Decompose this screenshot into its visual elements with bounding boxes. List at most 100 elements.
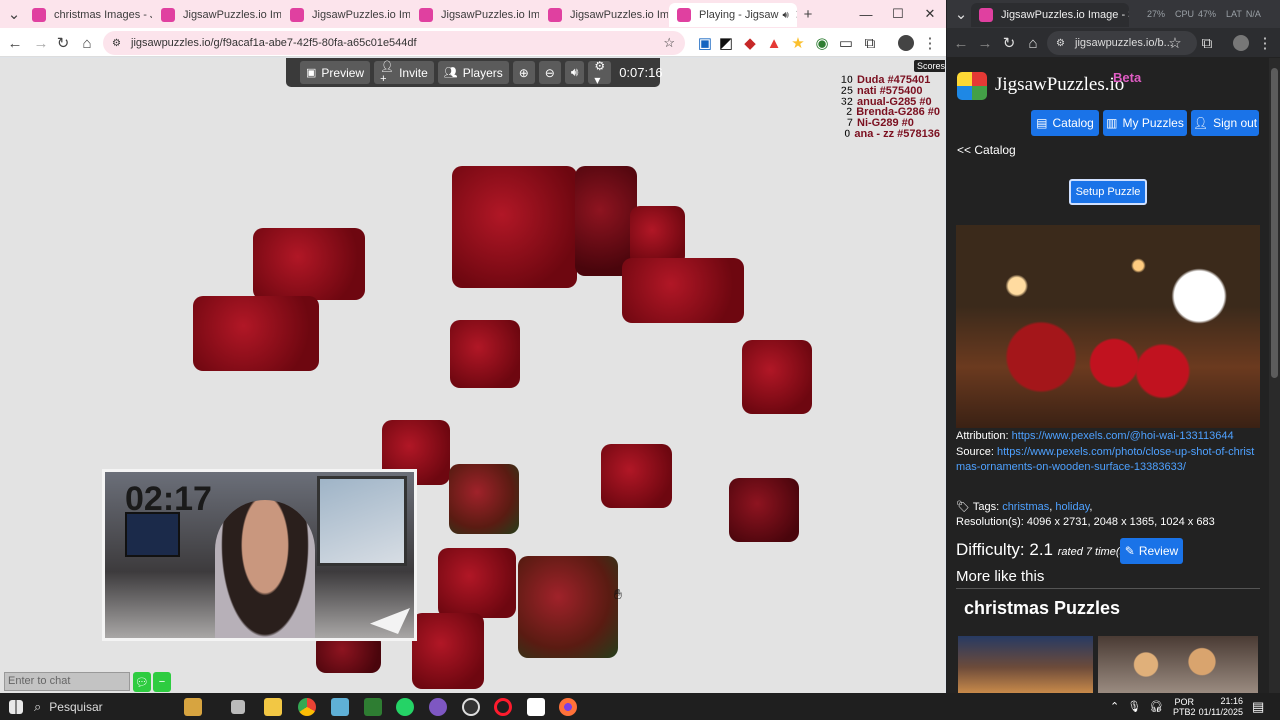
task-view-icon[interactable] xyxy=(231,700,245,714)
back-to-catalog-link[interactable]: << Catalog xyxy=(957,143,1016,157)
puzzle-piece[interactable] xyxy=(412,613,484,689)
sign-out-button[interactable]: 👤︎ Sign out xyxy=(1191,110,1259,136)
browser-tab[interactable]: JigsawPuzzles.io Image ✕ xyxy=(153,3,281,27)
review-button[interactable]: ✎ Review xyxy=(1120,538,1183,564)
source-link[interactable]: https://www.pexels.com/photo/close-up-sh… xyxy=(956,446,1254,473)
taskbar-search[interactable]: ⌕ Pesquisar xyxy=(34,696,103,717)
whatsapp-icon[interactable] xyxy=(396,698,414,716)
tab-search-icon[interactable]: ⌄ xyxy=(4,4,24,24)
browser-tab[interactable]: JigsawPuzzles.io Image ✕ xyxy=(282,3,410,27)
christmas-puzzles-heading[interactable]: christmas Puzzles xyxy=(964,598,1120,619)
preview-button[interactable]: ▣ Preview xyxy=(300,61,371,84)
new-tab-icon[interactable]: + xyxy=(798,4,818,24)
back-icon[interactable]: ← xyxy=(5,33,25,53)
menu-icon[interactable]: ⋮ xyxy=(1255,33,1275,53)
tag-link-christmas[interactable]: christmas xyxy=(1002,501,1049,513)
mic-icon[interactable]: 🎙︎ xyxy=(1127,700,1141,713)
browser-tab[interactable]: JigsawPuzzles.io Image ✕ xyxy=(411,3,539,27)
extension-icon[interactable]: ▲ xyxy=(764,33,784,53)
sound-button[interactable]: 🔊︎ xyxy=(564,61,585,84)
tag-link-holiday[interactable]: holiday xyxy=(1055,501,1089,513)
site-info-icon[interactable]: ⚙︎ xyxy=(1056,38,1065,49)
app-icon[interactable] xyxy=(429,698,447,716)
clock[interactable]: 21:16 01/11/2025 xyxy=(1199,693,1243,720)
extension-icon[interactable]: ◩ xyxy=(716,33,736,53)
firefox-icon[interactable] xyxy=(559,698,577,716)
notification-icon[interactable]: ▤ xyxy=(1252,693,1264,720)
invite-button[interactable]: 👤︎+ Invite xyxy=(374,61,434,85)
home-icon[interactable]: ⌂ xyxy=(1023,33,1043,53)
chevron-up-icon[interactable]: ⌃ xyxy=(1110,700,1119,713)
browser-tab-active[interactable]: JigsawPuzzles.io Image - 3444 ✕ xyxy=(971,3,1129,27)
setup-puzzle-button[interactable]: Setup Puzzle xyxy=(1069,179,1147,205)
extension-icon[interactable]: ◆ xyxy=(740,33,760,53)
catalog-button[interactable]: ▤ Catalog xyxy=(1031,110,1099,136)
puzzle-thumbnail[interactable] xyxy=(958,636,1093,693)
widget-icon[interactable] xyxy=(184,698,202,716)
maximize-icon[interactable]: ☐ xyxy=(882,0,914,28)
extensions-puzzle-icon[interactable]: ⧉ xyxy=(860,33,880,53)
extension-icon[interactable]: ★ xyxy=(788,33,808,53)
extensions-puzzle-icon[interactable]: ⧉ xyxy=(1197,33,1217,53)
tab-search-icon[interactable]: ⌄ xyxy=(951,4,971,24)
browser-tab-active[interactable]: Playing - Jigsaw 🔊︎ ✕ xyxy=(669,3,797,27)
puzzle-piece[interactable] xyxy=(438,548,516,618)
puzzle-preview-image[interactable] xyxy=(956,225,1260,428)
site-brand[interactable]: JigsawPuzzles.io xyxy=(995,74,1124,96)
forward-icon[interactable]: → xyxy=(31,33,51,53)
puzzle-piece-cluster[interactable] xyxy=(622,258,744,323)
chrome-icon[interactable] xyxy=(298,698,316,716)
bookmark-star-icon[interactable]: ☆ xyxy=(1165,33,1185,53)
players-button[interactable]: 👥︎ Players xyxy=(437,61,509,84)
app-icon[interactable] xyxy=(364,698,382,716)
settings-button[interactable]: ⚙︎ ▾ xyxy=(588,59,612,87)
home-icon[interactable]: ⌂ xyxy=(77,33,97,53)
app-icon[interactable] xyxy=(331,698,349,716)
language-indicator[interactable]: POR PTB2 xyxy=(1173,693,1196,720)
puzzle-piece[interactable] xyxy=(601,444,672,508)
close-tab-icon[interactable]: ✕ xyxy=(789,7,797,23)
extension-icon[interactable]: ▭ xyxy=(836,33,856,53)
opera-icon[interactable] xyxy=(494,698,512,716)
notion-icon[interactable] xyxy=(527,698,545,716)
puzzle-piece[interactable] xyxy=(729,478,799,542)
file-explorer-icon[interactable] xyxy=(264,698,282,716)
chat-input[interactable]: Enter to chat xyxy=(4,672,130,691)
windows-start-icon[interactable] xyxy=(9,700,23,714)
profile-avatar[interactable] xyxy=(896,33,916,53)
menu-icon[interactable]: ⋮ xyxy=(920,33,940,53)
forward-icon[interactable]: → xyxy=(975,33,995,53)
puzzle-piece-cluster[interactable] xyxy=(518,556,618,658)
puzzle-piece[interactable] xyxy=(630,206,685,266)
puzzle-piece[interactable] xyxy=(742,340,812,414)
zoom-out-button[interactable]: ⊖ xyxy=(538,61,561,84)
obs-icon[interactable] xyxy=(462,698,480,716)
zoom-in-button[interactable]: ⊕ xyxy=(512,61,535,84)
back-icon[interactable]: ← xyxy=(951,33,971,53)
my-puzzles-button[interactable]: ▥ My Puzzles xyxy=(1103,110,1187,136)
puzzle-piece-cluster[interactable] xyxy=(452,166,577,288)
scrollbar-thumb[interactable] xyxy=(1271,68,1278,378)
close-window-icon[interactable]: ✕ xyxy=(914,0,946,28)
puzzle-piece-cluster[interactable] xyxy=(193,296,319,371)
profile-avatar[interactable] xyxy=(1231,33,1251,53)
bookmark-star-icon[interactable]: ☆ xyxy=(663,35,675,51)
puzzle-piece-cluster[interactable] xyxy=(253,228,365,300)
puzzle-thumbnail[interactable] xyxy=(1098,636,1258,693)
site-info-icon[interactable]: ⚙︎ xyxy=(112,38,121,49)
minimize-icon[interactable]: — xyxy=(850,0,882,28)
browser-tab[interactable]: JigsawPuzzles.io Image ✕ xyxy=(540,3,668,27)
attribution-link[interactable]: https://www.pexels.com/@hoi-wai-13311364… xyxy=(1012,430,1234,442)
headset-icon[interactable]: 🎧︎ xyxy=(1149,700,1163,713)
scrollbar[interactable] xyxy=(1269,58,1280,693)
extension-icon[interactable]: ◉ xyxy=(812,33,832,53)
puzzle-piece[interactable] xyxy=(450,320,520,388)
puzzle-board[interactable]: ▣ Preview 👤︎+ Invite 👥︎ Players ⊕ ⊖ 🔊︎ ⚙︎ ▾… xyxy=(0,58,945,693)
puzzle-piece[interactable] xyxy=(449,464,519,534)
reload-icon[interactable]: ↻ xyxy=(53,33,73,53)
url-field[interactable]: ⚙︎ jigsawpuzzles.io/g/f9acaf1a-abe7-42f5… xyxy=(103,31,685,55)
browser-tab[interactable]: christmas Images - Jig ✕ xyxy=(24,3,152,27)
chat-send-button[interactable]: 💬︎ xyxy=(133,672,151,692)
chat-minimize-button[interactable]: − xyxy=(153,672,171,692)
reload-icon[interactable]: ↻ xyxy=(999,33,1019,53)
